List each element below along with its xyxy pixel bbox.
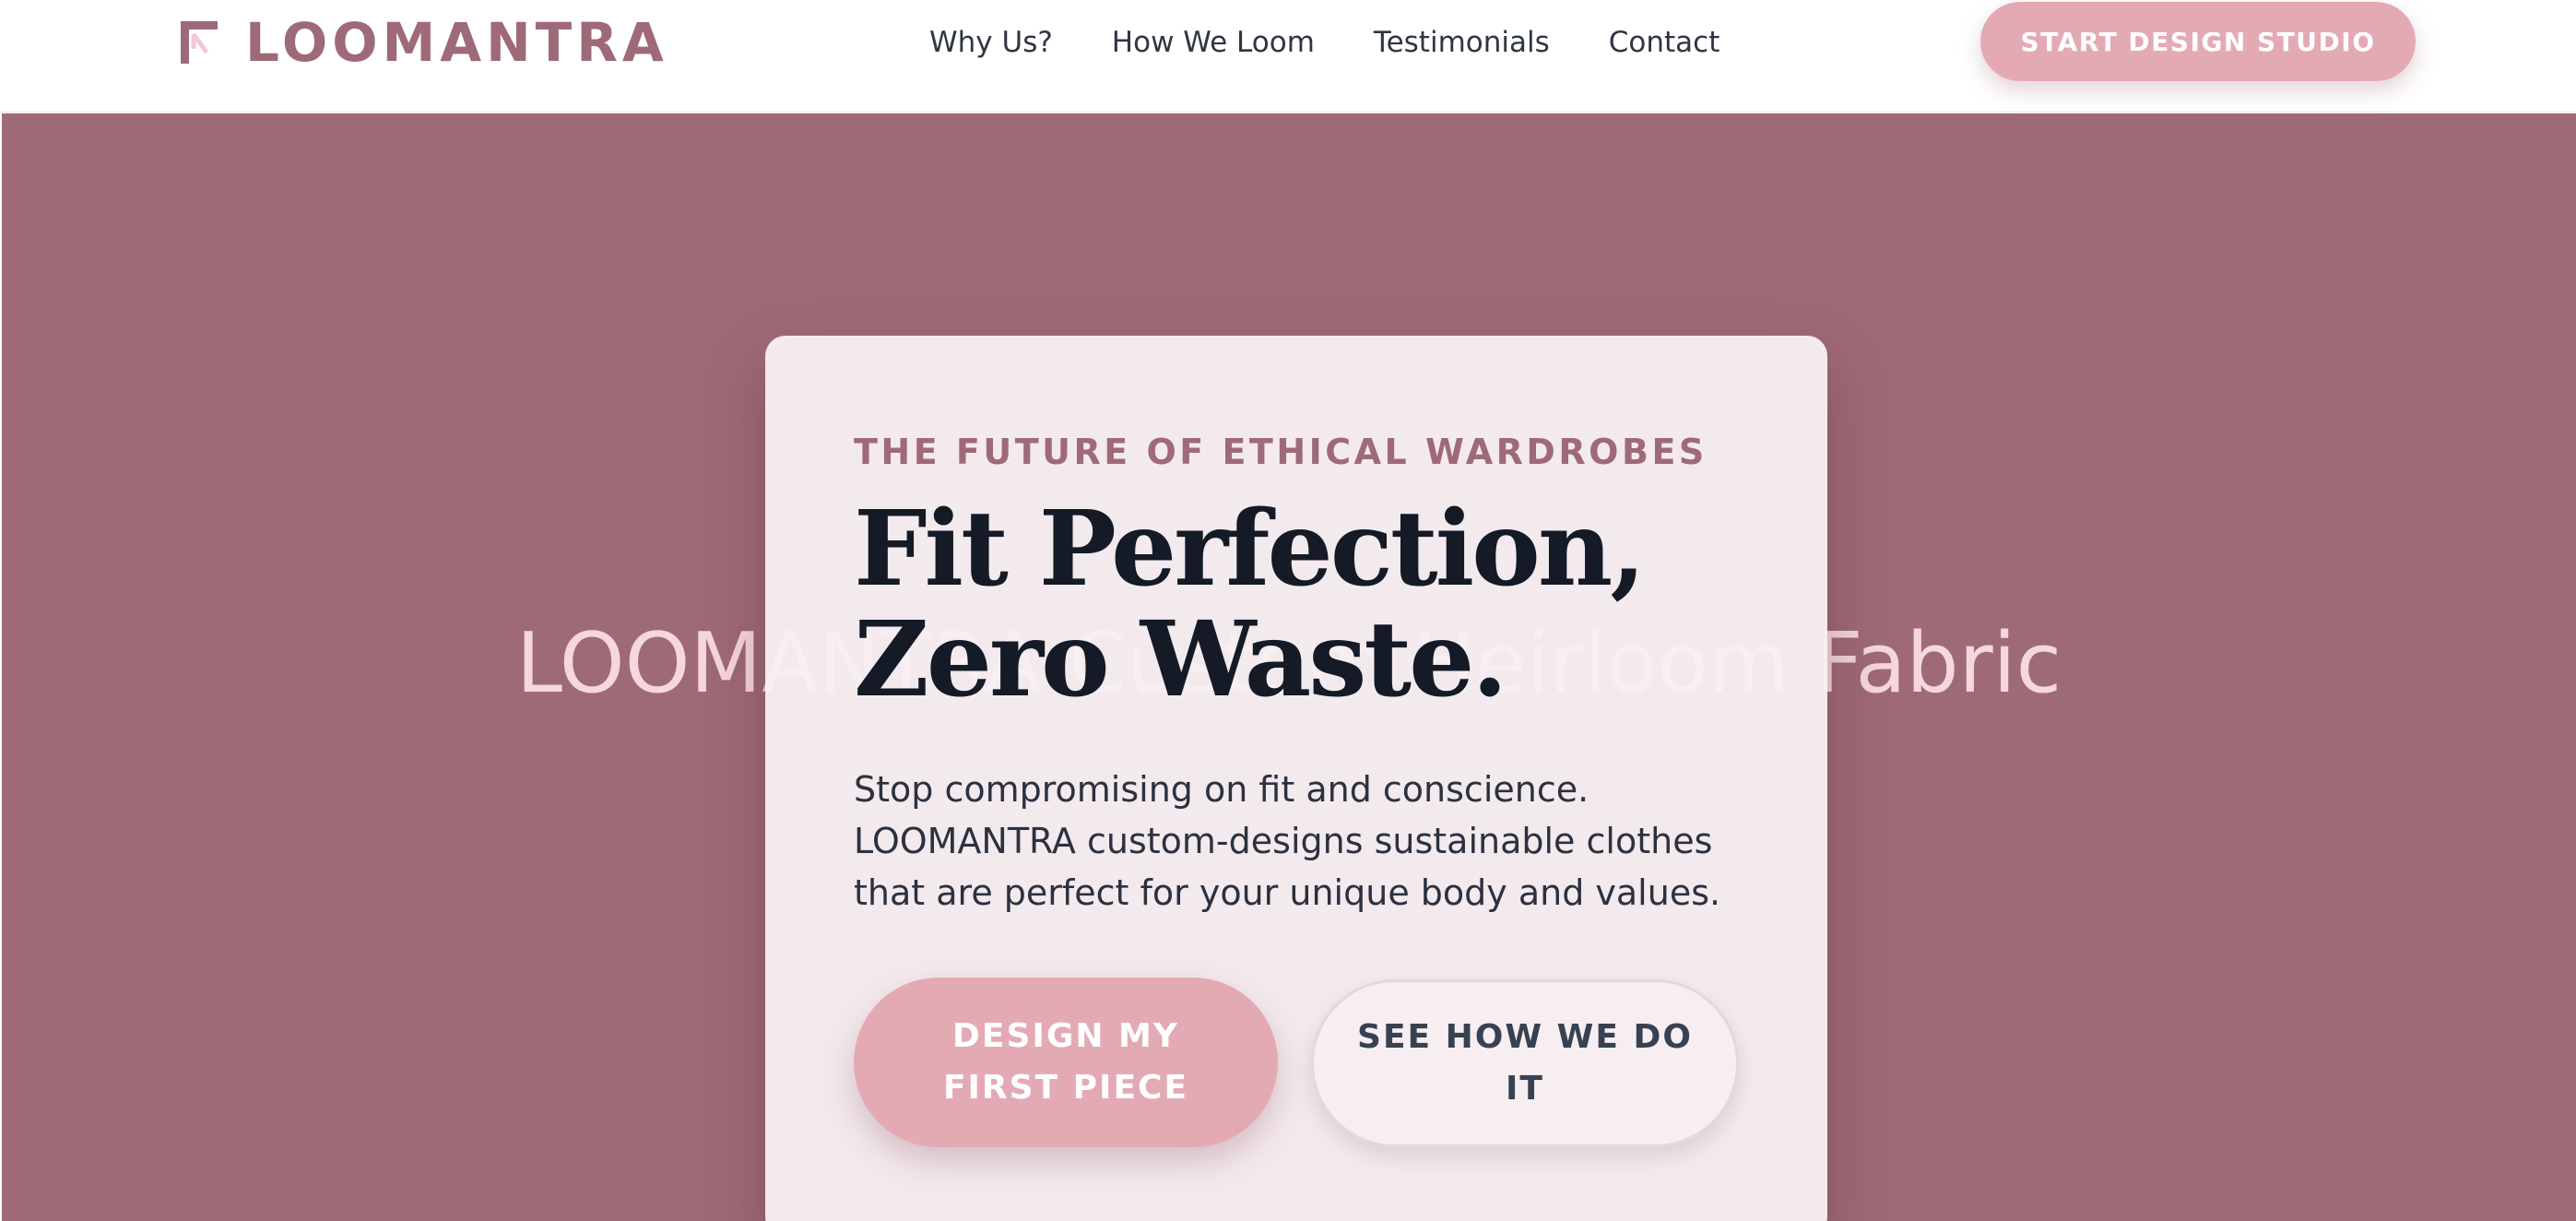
button-label-line: FIRST PIECE — [942, 1069, 1189, 1107]
nav-link-testimonials[interactable]: Testimonials — [1374, 26, 1550, 59]
nav-link-contact[interactable]: Contact — [1609, 26, 1720, 59]
brand-logo[interactable]: LOOMANTRA — [181, 11, 668, 74]
start-design-studio-button[interactable]: START DESIGN STUDIO — [1980, 2, 2416, 81]
hero-description: Stop compromising on fit and conscience.… — [854, 769, 1721, 913]
hero-headline: Fit Perfection, Zero Waste. — [854, 494, 1739, 716]
hero-headline-line: Fit Perfection, — [854, 489, 1646, 610]
nav-link-why-us[interactable]: Why Us? — [929, 26, 1053, 59]
brand-name: LOOMANTRA — [245, 11, 668, 74]
hero-eyebrow: THE FUTURE OF ETHICAL WARDROBES — [854, 432, 1707, 472]
hero-card: THE FUTURE OF ETHICAL WARDROBES Fit Perf… — [765, 336, 1827, 1221]
button-label-line: IT — [1506, 1070, 1544, 1108]
main-navigation: Why Us? How We Loom Testimonials Contact — [929, 24, 1719, 61]
button-label-line: SEE HOW WE DO — [1357, 1018, 1693, 1056]
hero-headline-line: Zero Waste. — [854, 599, 1507, 720]
loom-logo-icon — [181, 21, 219, 64]
button-label-line: DESIGN MY — [952, 1017, 1179, 1055]
nav-link-how-we-loom[interactable]: How We Loom — [1112, 26, 1315, 59]
top-navbar: LOOMANTRA Why Us? How We Loom Testimonia… — [0, 0, 2576, 113]
see-how-we-do-it-button[interactable]: SEE HOW WE DO IT — [1311, 979, 1739, 1147]
hero-section: LOOMANTRA Custom Heirloom Fabric THE FUT… — [2, 113, 2576, 1221]
design-first-piece-button[interactable]: DESIGN MY FIRST PIECE — [854, 978, 1278, 1147]
